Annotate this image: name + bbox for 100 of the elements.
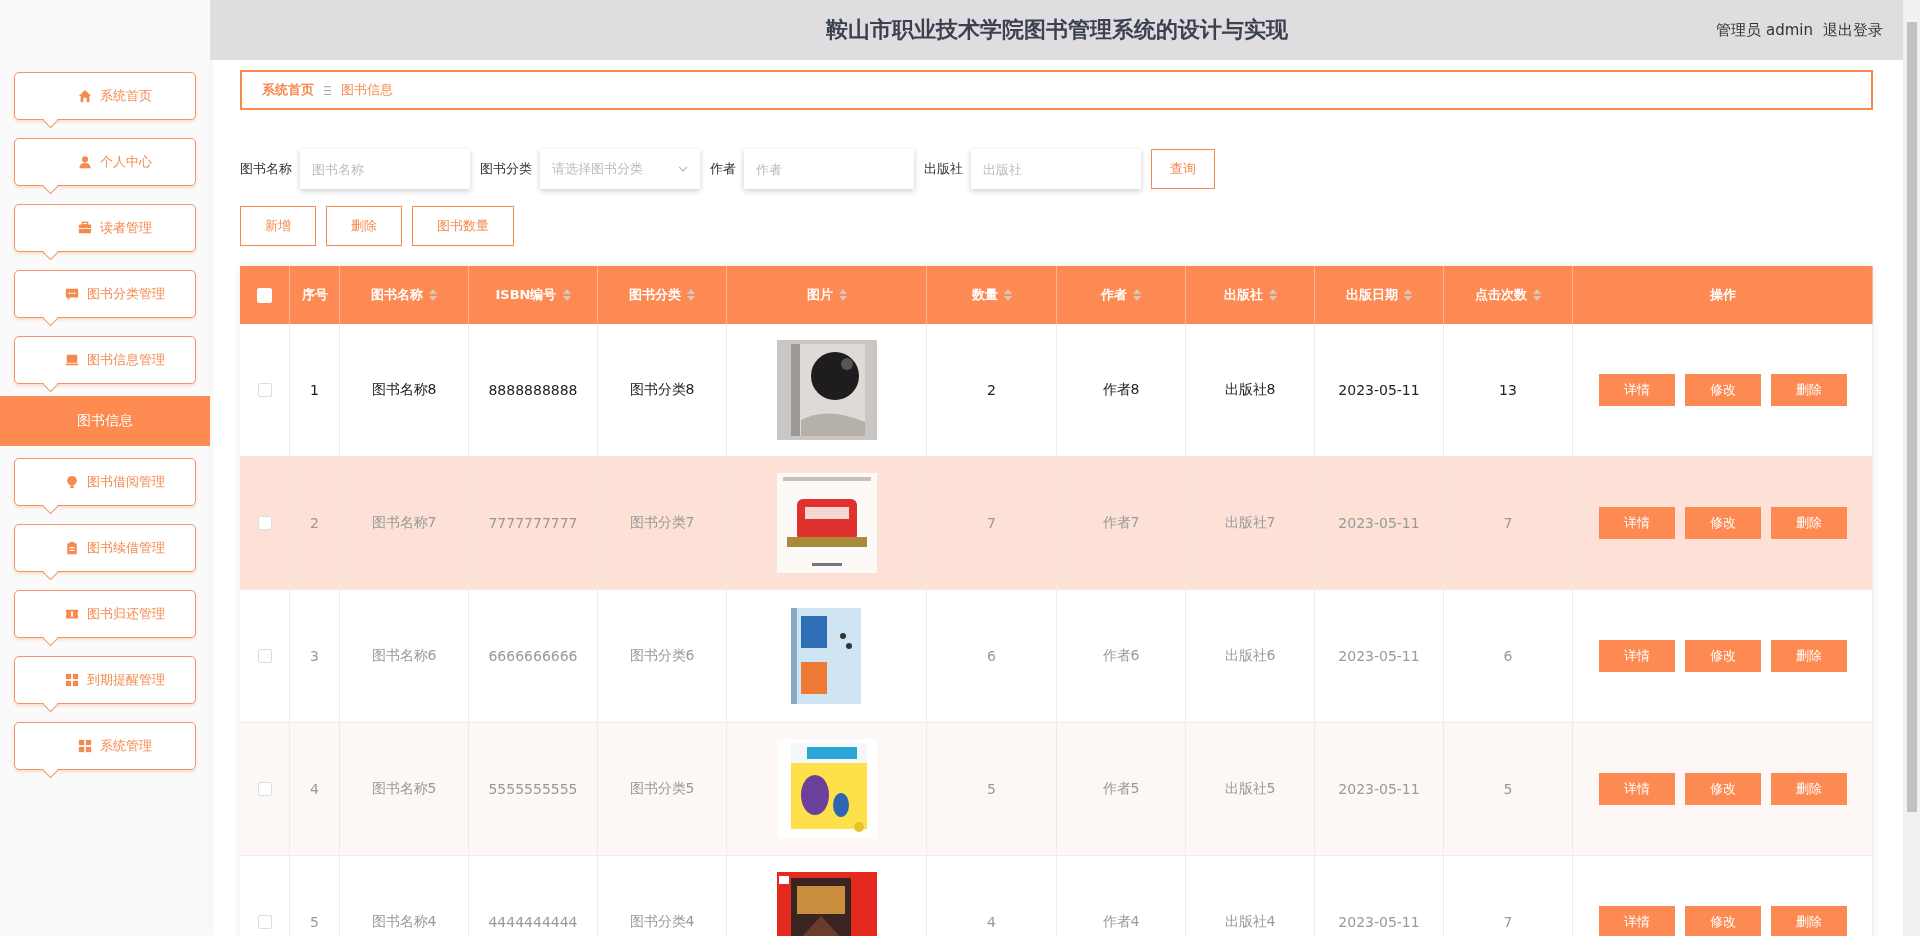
sort-icon[interactable] <box>562 289 571 301</box>
row-number: 2 <box>290 457 340 589</box>
logout-link[interactable]: 退出登录 <box>1823 20 1883 40</box>
details-button[interactable]: 详情 <box>1598 507 1675 539</box>
author-cell: 作者5 <box>1057 723 1186 855</box>
quantity-cell: 5 <box>927 723 1057 855</box>
details-button[interactable]: 详情 <box>1598 906 1675 936</box>
chat-icon <box>65 287 79 301</box>
sort-icon[interactable] <box>1533 289 1541 301</box>
select-all-checkbox[interactable] <box>257 287 272 303</box>
publisher-cell: 出版社7 <box>1186 457 1315 589</box>
date-cell: 2023-05-11 <box>1315 590 1444 722</box>
table-row[interactable]: 3 图书名称6 6666666666 图书分类6 6 作者6 出版社6 2023-05-11 6 详情 修改 删除 <box>240 590 1873 723</box>
book-name-cell: 图书名称4 <box>340 856 469 936</box>
quantity-cell: 7 <box>927 457 1057 589</box>
action-button[interactable]: 新增 <box>240 206 316 246</box>
action-button[interactable]: 删除 <box>326 206 402 246</box>
row-checkbox[interactable] <box>257 782 272 796</box>
separator-icon <box>324 84 331 96</box>
category-select[interactable]: 请选择图书分类 <box>540 149 700 189</box>
ticket-icon <box>65 607 79 621</box>
breadcrumb-link[interactable]: 系统首页 <box>262 81 314 99</box>
row-number: 4 <box>290 723 340 855</box>
quantity-cell: 2 <box>927 324 1057 456</box>
category-cell: 图书分类6 <box>598 590 727 722</box>
page-title: 鞍山市职业技术学院图书管理系统的设计与实现 <box>825 16 1288 44</box>
row-number: 5 <box>290 856 340 936</box>
author-cell: 作者4 <box>1057 856 1186 936</box>
clipboard-icon <box>65 541 79 555</box>
date-cell: 2023-05-11 <box>1315 856 1444 936</box>
isbn-cell: 6666666666 <box>469 590 598 722</box>
book-name-cell: 图书名称7 <box>340 457 469 589</box>
scrollbar-thumb[interactable] <box>1907 22 1917 812</box>
date-cell: 2023-05-11 <box>1315 723 1444 855</box>
bulb-icon <box>65 475 79 489</box>
grid-icon <box>65 673 79 687</box>
delete-button[interactable]: 删除 <box>1770 640 1847 672</box>
isbn-cell: 8888888888 <box>469 324 598 456</box>
submenu-item[interactable]: 图书信息 <box>0 396 210 446</box>
clicks-cell: 6 <box>1444 590 1573 722</box>
clicks-cell: 13 <box>1444 324 1573 456</box>
scrollbar[interactable] <box>1903 0 1920 936</box>
sort-icon[interactable] <box>1003 289 1012 301</box>
search-button[interactable]: 查询 <box>1151 149 1215 189</box>
edit-button[interactable]: 修改 <box>1684 374 1761 406</box>
row-number: 1 <box>290 324 340 456</box>
delete-button[interactable]: 删除 <box>1770 906 1847 936</box>
grid-icon <box>78 739 92 753</box>
delete-button[interactable]: 删除 <box>1770 507 1847 539</box>
edit-button[interactable]: 修改 <box>1684 773 1761 805</box>
home-icon <box>78 89 92 103</box>
action-button[interactable]: 图书数量 <box>412 206 514 246</box>
sort-icon[interactable] <box>1404 289 1412 301</box>
caret-icon <box>678 166 688 172</box>
sort-icon[interactable] <box>838 289 847 301</box>
clicks-cell: 7 <box>1444 457 1573 589</box>
isbn-cell: 5555555555 <box>469 723 598 855</box>
book-name-cell: 图书名称5 <box>340 723 469 855</box>
isbn-cell: 7777777777 <box>469 457 598 589</box>
edit-button[interactable]: 修改 <box>1684 507 1761 539</box>
publisher-cell: 出版社6 <box>1186 590 1315 722</box>
breadcrumb-link[interactable]: 图书信息 <box>341 81 393 99</box>
user-label: 管理员 admin <box>1716 20 1813 40</box>
row-checkbox[interactable] <box>257 383 272 397</box>
details-button[interactable]: 详情 <box>1598 374 1675 406</box>
publisher-cell: 出版社8 <box>1186 324 1315 456</box>
sort-icon[interactable] <box>1268 289 1277 301</box>
delete-button[interactable]: 删除 <box>1770 374 1847 406</box>
edit-button[interactable]: 修改 <box>1684 906 1761 936</box>
briefcase-icon <box>78 221 92 235</box>
delete-button[interactable]: 删除 <box>1770 773 1847 805</box>
filter-label: 图书名称 <box>240 160 292 178</box>
category-cell: 图书分类7 <box>598 457 727 589</box>
person-icon <box>78 155 92 169</box>
details-button[interactable]: 详情 <box>1598 773 1675 805</box>
book-name-cell: 图书名称6 <box>340 590 469 722</box>
row-checkbox[interactable] <box>257 516 272 530</box>
table-row[interactable]: 5 图书名称4 4444444444 图书分类4 4 作者4 出版社4 2023-05-11 7 详情 修改 删除 <box>240 856 1873 936</box>
quantity-cell: 6 <box>927 590 1057 722</box>
row-checkbox[interactable] <box>257 915 272 929</box>
search-field[interactable]: 出版社 <box>971 149 1141 189</box>
sort-icon[interactable] <box>687 289 695 301</box>
date-cell: 2023-05-11 <box>1315 324 1444 456</box>
sort-icon[interactable] <box>1133 289 1141 301</box>
search-field[interactable]: 作者 <box>744 149 914 189</box>
sort-icon[interactable] <box>429 289 437 301</box>
edit-button[interactable]: 修改 <box>1684 640 1761 672</box>
details-button[interactable]: 详情 <box>1598 640 1675 672</box>
row-checkbox[interactable] <box>257 649 272 663</box>
table-row[interactable]: 4 图书名称5 5555555555 图书分类5 5 作者5 出版社5 2023-05-11 5 详情 修改 删除 <box>240 723 1873 856</box>
author-cell: 作者6 <box>1057 590 1186 722</box>
table-row[interactable]: 2 图书名称7 7777777777 图书分类7 7 作者7 出版社7 2023-05-11 7 详情 修改 删除 <box>240 457 1873 590</box>
table-row[interactable]: 1 图书名称8 8888888888 图书分类8 2 作者8 出版社8 2023-05-11 13 详情 修改 删除 <box>240 324 1873 457</box>
search-field[interactable]: 图书名称 <box>300 149 470 189</box>
author-cell: 作者7 <box>1057 457 1186 589</box>
category-cell: 图书分类4 <box>598 856 727 936</box>
row-number: 3 <box>290 590 340 722</box>
author-cell: 作者8 <box>1057 324 1186 456</box>
filter-label: 图书分类 <box>480 160 532 178</box>
quantity-cell: 4 <box>927 856 1057 936</box>
